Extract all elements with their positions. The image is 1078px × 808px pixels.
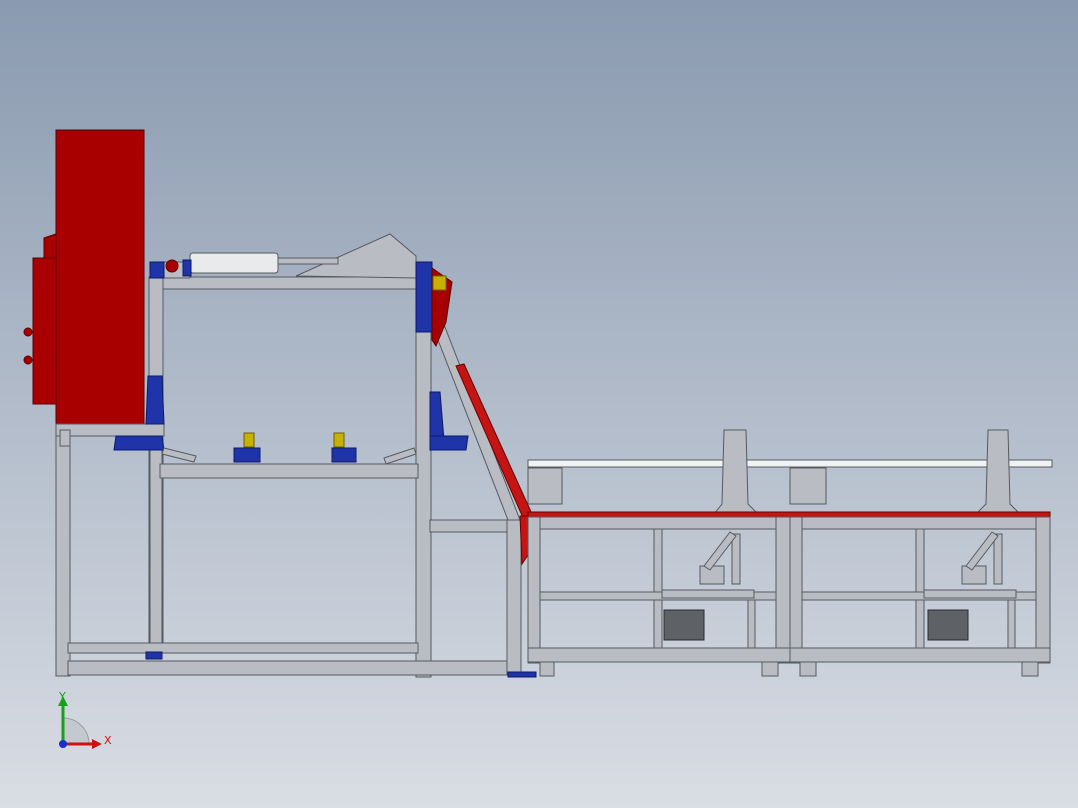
frame-bottom-rail-lower [67,660,519,676]
pedestal-box-2 [789,467,827,505]
bracket-top-left [149,261,165,279]
frame-top-rail [149,276,421,290]
t1-drive-rod [731,533,741,585]
cylinder-pivot-red [165,259,179,273]
foot-pad-1 [145,651,163,660]
housing-main-box [55,129,145,425]
t2-motor-shelf [923,589,1017,599]
t2-post-inner-right [1007,599,1016,651]
t1-motor [663,609,705,641]
cylinder-rod [277,257,339,265]
cylinder-pivot-bracket [182,259,192,277]
t1-bottom-rail [527,647,791,663]
t1-motor-shelf [661,589,755,599]
t1-post-inner-left [653,528,663,650]
long-shaft [527,459,1053,468]
clamp-1-base [233,447,261,463]
bracket-mid-left-upright [145,375,165,425]
frame-housing-support [55,423,165,437]
t2-post-inner-left [915,528,925,650]
clamp-2-base [331,447,357,463]
housing-knob-top [23,327,33,337]
t2-foot-2 [1021,661,1039,677]
t1-post-right [775,516,791,664]
t1-foot-2 [761,661,779,677]
bracket-top-right [415,261,433,333]
t1-post-inner-right [747,599,756,651]
frame-bottom-rail-upper [67,642,419,654]
t2-post-right [1035,516,1051,664]
frame-post-left-outer [55,423,71,677]
t2-top-rail [789,516,1051,530]
frame-diag-left [59,429,71,447]
bracket-foot-left [113,435,165,451]
t1-top-rail [527,516,791,530]
t1-motor-cap [699,565,725,585]
frame-post-mid [149,423,163,647]
t2-post-left [789,516,803,664]
table-top-surface [527,511,1051,518]
triad-y-label: Y [58,690,66,703]
cad-viewport[interactable]: Y X [0,0,1078,808]
housing-side-plate [32,257,58,405]
t2-bottom-rail [789,647,1051,663]
clamp-1-top [243,432,255,448]
t1-post-left [527,516,541,664]
t2-motor-cap [961,565,987,585]
hinge-yellow-bolt [432,275,447,291]
frame-mid-shelf [159,463,419,479]
foot-pad-2 [507,671,537,678]
t2-foot-1 [799,661,817,677]
t1-foot-1 [539,661,555,677]
frame-ext-post [506,519,522,676]
cylinder-body [189,252,279,274]
clamp-2-top [333,432,345,448]
bracket-foot-right [429,435,469,451]
t2-drive-rod [993,533,1003,585]
triad-x-label: X [104,734,112,747]
triad-origin [59,740,67,748]
pedestal-box-1 [527,467,563,505]
housing-knob-bottom [23,355,33,365]
cad-scene[interactable]: Y X [0,0,1078,808]
t2-motor [927,609,969,641]
